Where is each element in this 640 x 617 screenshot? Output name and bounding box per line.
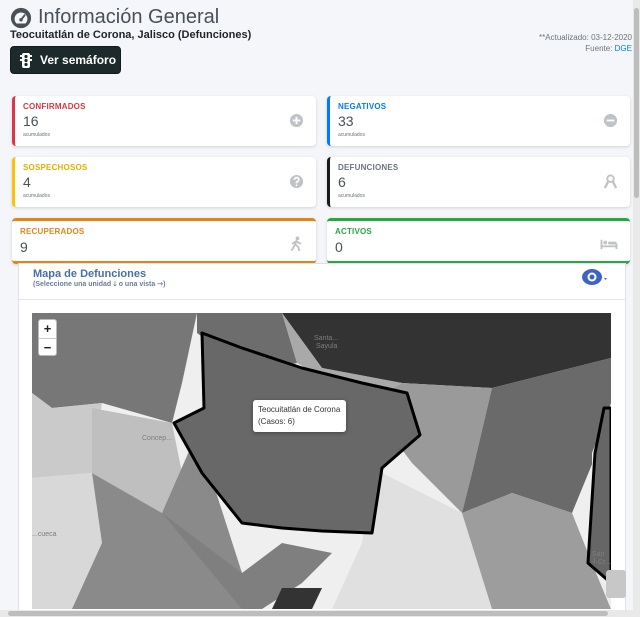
question-circle-icon [289, 174, 304, 189]
traffic-light-icon [20, 52, 32, 68]
card-value: 6 [338, 174, 346, 190]
card-value: 0 [335, 239, 343, 255]
scrollbar-thumb[interactable] [634, 8, 639, 198]
card-activos[interactable]: ACTIVOS 0 [327, 218, 630, 264]
card-confirmados[interactable]: CONFIRMADOS 16 acumulados [12, 96, 316, 146]
source-prefix: Fuente: [585, 44, 615, 53]
source-line: Fuente: DGE [539, 43, 632, 54]
horizontal-scrollbar[interactable] [0, 610, 633, 617]
map-zoom-control: + − [38, 319, 57, 356]
title-row: Información General [10, 6, 219, 29]
tooltip-name: Teocuitatlán de Corona [258, 405, 341, 414]
card-label: CONFIRMADOS [23, 102, 86, 111]
card-sub: acumulados [338, 193, 365, 199]
update-info: **Actualizado: 03-12-2020 Fuente: DGE [539, 32, 632, 54]
card-value: 9 [20, 239, 28, 255]
card-sub: acumulados [338, 132, 365, 138]
updated-date: **Actualizado: 03-12-2020 [539, 33, 632, 42]
semaforo-button[interactable]: Ver semáforo [10, 46, 121, 74]
walking-icon [290, 236, 302, 251]
card-value: 16 [23, 113, 39, 129]
card-sub: acumulados [23, 132, 50, 138]
page-subtitle: Teocuitatlán de Corona, Jalisco (Defunci… [10, 29, 252, 41]
card-defunciones[interactable]: DEFUNCIONES 6 acumulados [327, 157, 630, 207]
map-tooltip: Teocuitatlán de Corona (Casos: 6) [253, 400, 346, 432]
zoom-in-button[interactable]: + [39, 320, 56, 338]
choropleth-map[interactable]: Santa... Sayula Concep... ...cueca San J… [32, 313, 611, 609]
tooltip-cases: (Casos: 6) [258, 417, 295, 426]
vertical-scrollbar[interactable] [633, 0, 640, 617]
card-recuperados[interactable]: RECUPERADOS 9 [12, 218, 316, 264]
map-label: ...cueca [32, 531, 57, 538]
map-header: Mapa de Defunciones (Seleccione una unid… [19, 264, 625, 300]
card-label: NEGATIVOS [338, 102, 387, 111]
source-link[interactable]: DGE [615, 44, 632, 53]
eye-view-dropdown-icon[interactable] [581, 268, 609, 286]
card-label: RECUPERADOS [20, 227, 85, 236]
card-value: 4 [23, 174, 31, 190]
card-sub: acumulados [23, 193, 50, 199]
map-polygons [32, 313, 611, 609]
scroll-to-top-button[interactable] [606, 570, 626, 598]
ribbon-icon [603, 174, 618, 189]
map-label: Santa... [314, 335, 339, 342]
bed-icon [600, 239, 618, 250]
map-hint: (Seleccione una unidad 🡓 o una vista 🡒) [33, 281, 166, 288]
scrollbar-thumb[interactable] [8, 611, 608, 616]
plus-circle-icon [289, 113, 304, 128]
card-value: 33 [338, 113, 354, 129]
page-title: Información General [38, 6, 220, 28]
info-header: Información General Teocuitatlán de Coro… [0, 0, 640, 275]
map-label: Cr... [598, 559, 611, 566]
minus-circle-icon [603, 113, 618, 128]
zoom-out-button[interactable]: − [39, 338, 56, 356]
card-negativos[interactable]: NEGATIVOS 33 acumulados [327, 96, 630, 146]
map-label: Concep... [142, 435, 172, 442]
card-sospechosos[interactable]: SOSPECHOSOS 4 acumulados [12, 157, 316, 207]
speedometer-icon [10, 7, 32, 28]
card-label: SOSPECHOSOS [23, 163, 88, 172]
card-label: ACTIVOS [335, 227, 372, 236]
map-label: Sayula [316, 343, 338, 350]
card-label: DEFUNCIONES [338, 163, 399, 172]
semaforo-button-label: Ver semáforo [40, 53, 117, 67]
map-title: Mapa de Defunciones [33, 268, 147, 280]
